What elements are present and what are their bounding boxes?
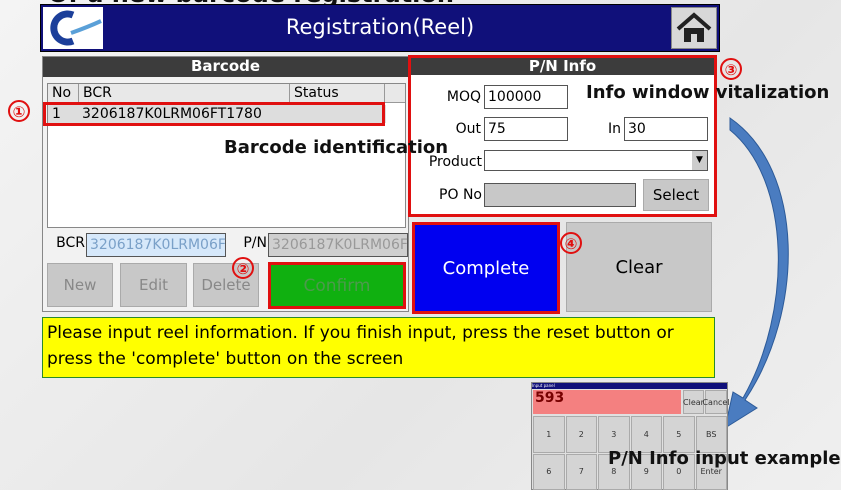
curved-arrow-icon (724, 117, 789, 430)
status-message: Please input reel information. If you fi… (42, 317, 715, 378)
window-title: Registration(Reel) (285, 15, 475, 39)
col-status[interactable]: Status (290, 84, 385, 103)
confirm-button[interactable]: Confirm (268, 262, 406, 309)
home-button[interactable] (671, 7, 717, 49)
key-7[interactable]: 7 (565, 453, 597, 490)
bcr-field[interactable]: 3206187K0LRM06F (86, 233, 226, 257)
pn-info-header: P/N Info (411, 58, 714, 75)
moq-field[interactable]: 100000 (484, 85, 568, 109)
edit-button[interactable]: Edit (120, 263, 187, 307)
po-field[interactable] (484, 183, 636, 207)
barcode-highlight (43, 102, 385, 126)
out-field[interactable]: 75 (484, 117, 568, 141)
pn-info-panel: P/N Info MOQ 100000 Out 75 In 30 Product… (408, 55, 717, 217)
title-bar: Registration(Reel) (40, 4, 720, 52)
po-label: PO No (439, 187, 482, 203)
annotation-2: ② (232, 257, 254, 279)
out-label: Out (455, 121, 481, 137)
annotation-1: ① (8, 100, 30, 122)
barcode-identification-label: Barcode identification (224, 137, 449, 158)
input-panel-title: Input panel (532, 383, 727, 389)
annotation-4: ④ (560, 232, 582, 254)
clear-button[interactable]: Clear (566, 222, 712, 312)
home-icon (676, 12, 712, 42)
select-button[interactable]: Select (643, 179, 709, 211)
info-window-label: Info window vitalization (586, 82, 830, 103)
annotation-3: ③ (720, 58, 742, 80)
barcode-panel: Barcode No BCR Status 1 3206187K0LRM06FT… (42, 56, 409, 312)
pn-label: P/N (243, 235, 267, 251)
chevron-down-icon[interactable]: ▼ (692, 151, 707, 170)
input-panel-value[interactable]: 593 (533, 390, 681, 414)
pn-field[interactable]: 3206187K0LRM06F (268, 233, 408, 257)
product-dropdown[interactable]: ▼ (484, 150, 708, 171)
key-2[interactable]: 2 (565, 416, 597, 453)
pn-input-example-label: P/N Info input example (608, 448, 841, 469)
input-panel: Input panel 593 Clear Cancel 1 2 3 4 5 B… (531, 382, 730, 490)
input-clear-button[interactable]: Clear (683, 390, 704, 414)
in-field[interactable]: 30 (624, 117, 708, 141)
col-no[interactable]: No (48, 84, 79, 103)
new-button[interactable]: New (47, 263, 113, 307)
input-cancel-button[interactable]: Cancel (702, 390, 730, 414)
key-1[interactable]: 1 (533, 416, 565, 453)
col-bcr[interactable]: BCR (79, 84, 290, 103)
moq-label: MOQ (446, 89, 481, 105)
bcr-label: BCR (56, 235, 85, 251)
complete-button[interactable]: Complete (412, 222, 560, 314)
barcode-header: Barcode (43, 57, 408, 77)
in-label: In (607, 121, 621, 137)
key-6[interactable]: 6 (533, 453, 565, 490)
